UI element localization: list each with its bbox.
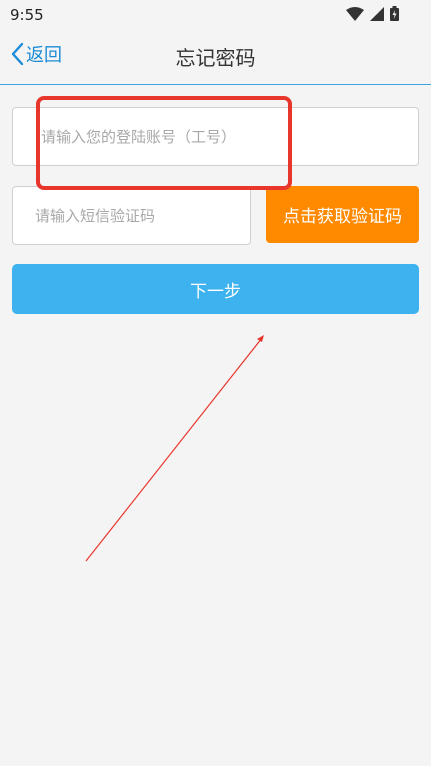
account-input[interactable] [39, 126, 418, 147]
page-title: 忘记密码 [175, 46, 256, 70]
status-icons [346, 6, 399, 21]
sms-code-field-container [12, 186, 251, 245]
battery-icon [390, 6, 399, 21]
annotation-arrow-head [257, 335, 264, 342]
annotation-arrow-line [85, 337, 263, 562]
next-button[interactable]: 下一步 [12, 264, 419, 314]
nav-bar: 返回 忘记密码 [0, 30, 431, 85]
status-bar: 9:55 [0, 0, 431, 30]
status-time: 9:55 [10, 6, 44, 24]
wifi-icon [346, 6, 364, 21]
get-code-button[interactable]: 点击获取验证码 [266, 186, 419, 243]
sms-code-input[interactable] [33, 205, 250, 226]
account-field-container [12, 107, 419, 166]
signal-icon [370, 6, 384, 21]
